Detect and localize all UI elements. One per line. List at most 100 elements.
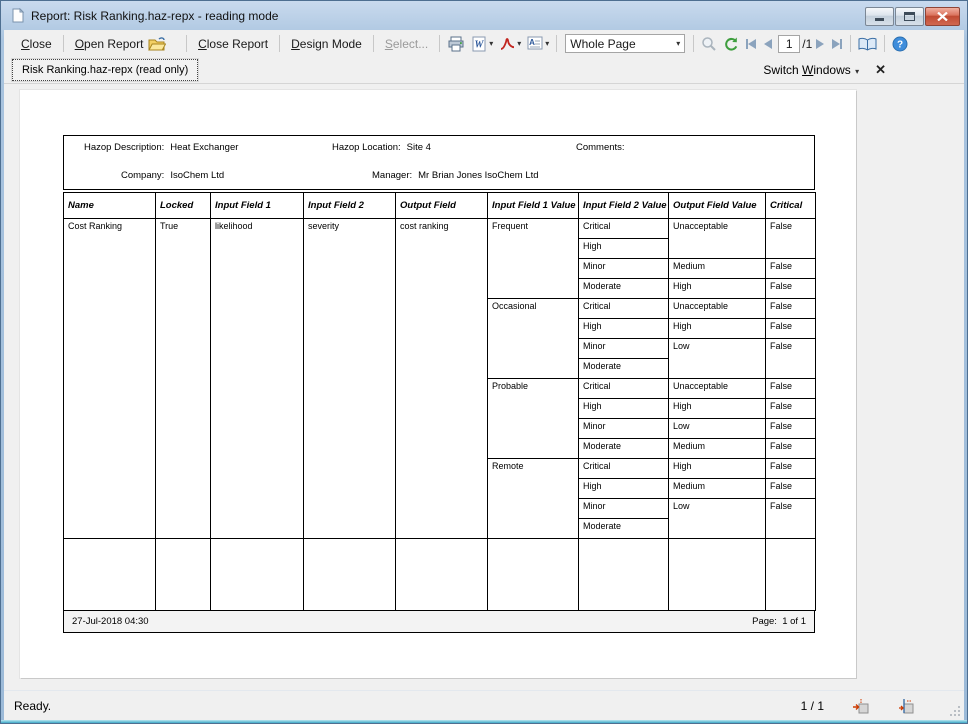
cell-output-value: Medium: [669, 259, 766, 279]
switch-windows-button[interactable]: Switch Windows ▾: [763, 63, 859, 77]
cell-critical: False: [766, 319, 816, 339]
print-preview-button[interactable]: [698, 34, 720, 54]
close-button[interactable]: Close: [14, 34, 59, 54]
separator: [884, 35, 885, 52]
separator: [63, 35, 64, 52]
cell-input-field-2: severity: [304, 219, 396, 539]
close-report-button[interactable]: Close Report: [191, 34, 275, 54]
svg-text:?: ?: [897, 39, 903, 50]
previous-page-button[interactable]: [760, 37, 776, 51]
cell-output-value: Medium: [669, 479, 766, 499]
cell-if2-value: Moderate: [579, 279, 669, 299]
fit-to-window-button[interactable]: [897, 698, 914, 714]
column-header-name: Name: [64, 193, 156, 219]
report-page: Hazop Description:Heat Exchanger Hazop L…: [20, 90, 856, 678]
cell-locked: True: [156, 219, 211, 539]
maximize-button[interactable]: [895, 7, 924, 26]
last-page-button[interactable]: [828, 37, 846, 51]
tabstrip: Risk Ranking.haz-repx (read only) Switch…: [4, 57, 964, 84]
column-header-input-field-2: Input Field 2: [304, 193, 396, 219]
column-header-input-field-1: Input Field 1: [211, 193, 304, 219]
column-header-output-field-value: Output Field Value: [669, 193, 766, 219]
select-button[interactable]: Select...: [378, 34, 435, 54]
minimize-button[interactable]: [865, 7, 894, 26]
separator: [373, 35, 374, 52]
table-row: Cost Ranking True likelihood severity co…: [64, 219, 816, 239]
refresh-icon: [723, 36, 739, 52]
report-page-number: Page: 1 of 1: [752, 616, 806, 627]
word-export-icon: W: [471, 36, 487, 52]
cell-output-value: High: [669, 399, 766, 419]
page-number-input[interactable]: 1: [778, 35, 800, 53]
cell-if2-value: Critical: [579, 219, 669, 239]
app-window: Report: Risk Ranking.haz-repx - reading …: [0, 0, 968, 724]
design-mode-button[interactable]: Design Mode: [284, 34, 369, 54]
cell-critical: False: [766, 279, 816, 299]
separator: [279, 35, 280, 52]
cell-if2-value: Minor: [579, 259, 669, 279]
cell-if2-value: Critical: [579, 299, 669, 319]
facing-pages-button[interactable]: [855, 35, 880, 53]
chevron-down-icon: ▾: [489, 39, 493, 48]
zoom-level-select[interactable]: Whole Page ▾: [565, 34, 685, 53]
column-header-locked: Locked: [156, 193, 211, 219]
cell-critical: False: [766, 399, 816, 419]
cell-output-value: High: [669, 279, 766, 299]
column-header-critical: Critical: [766, 193, 816, 219]
export-word-button[interactable]: W ▾: [468, 34, 496, 54]
cell-if2-value: Moderate: [579, 439, 669, 459]
chevron-down-icon: ▾: [545, 39, 549, 48]
status-text: Ready.: [14, 699, 51, 713]
first-page-button[interactable]: [742, 37, 760, 51]
magnifier-icon: [701, 36, 717, 52]
page-indicator: 1 / 1: [801, 699, 824, 713]
print-button[interactable]: [444, 34, 468, 54]
close-window-button[interactable]: [925, 7, 960, 26]
svg-text:A: A: [529, 38, 535, 47]
cell-if2-value: High: [579, 239, 669, 259]
cell-if2-value: Minor: [579, 419, 669, 439]
cell-if2-value: High: [579, 399, 669, 419]
window-bottom-border: [1, 720, 967, 723]
separator: [186, 35, 187, 52]
document-icon: [10, 8, 25, 23]
cell-output-value: High: [669, 459, 766, 479]
comments-field: Comments:: [576, 142, 625, 153]
cell-if2-value: High: [579, 479, 669, 499]
hazop-description-field: Hazop Description:Heat Exchanger: [84, 142, 238, 153]
refresh-button[interactable]: [720, 34, 742, 54]
cell-output-value: Unacceptable: [669, 219, 766, 259]
cell-output-value: Unacceptable: [669, 379, 766, 399]
cell-critical: False: [766, 479, 816, 499]
cell-critical: False: [766, 219, 816, 259]
column-header-input-field-1-value: Input Field 1 Value: [488, 193, 579, 219]
cell-output-value: Low: [669, 339, 766, 379]
close-tab-button[interactable]: ✕: [875, 62, 886, 78]
cell-if2-value: Critical: [579, 379, 669, 399]
cell-block-value: Probable: [488, 379, 579, 459]
report-table: Name Locked Input Field 1 Input Field 2 …: [63, 192, 816, 611]
cell-critical: False: [766, 499, 816, 539]
cell-name: Cost Ranking: [64, 219, 156, 539]
help-button[interactable]: ?: [889, 34, 911, 54]
titlebar: Report: Risk Ranking.haz-repx - reading …: [4, 1, 964, 30]
cell-critical: False: [766, 459, 816, 479]
tab-risk-ranking[interactable]: Risk Ranking.haz-repx (read only): [12, 59, 198, 81]
cell-critical: False: [766, 379, 816, 399]
toolbar: Close Open Report Close Report Design Mo…: [4, 30, 964, 57]
cell-output-value: Low: [669, 419, 766, 439]
chevron-down-icon: ▾: [517, 39, 521, 48]
resize-grip[interactable]: [949, 705, 962, 718]
cell-block-value: Remote: [488, 459, 579, 539]
cell-output-value: Unacceptable: [669, 299, 766, 319]
cell-critical: False: [766, 439, 816, 459]
cell-output-value: High: [669, 319, 766, 339]
statusbar: Ready. 1 / 1: [4, 690, 964, 720]
export-text-button[interactable]: A ▾: [524, 34, 552, 53]
export-pdf-button[interactable]: ▾: [496, 34, 524, 53]
cell-if2-value: Moderate: [579, 519, 669, 539]
company-field: Company:IsoChem Ltd: [121, 170, 224, 181]
fit-to-page-button[interactable]: [852, 698, 869, 714]
cell-if2-value: Moderate: [579, 359, 669, 379]
next-page-button[interactable]: [812, 37, 828, 51]
